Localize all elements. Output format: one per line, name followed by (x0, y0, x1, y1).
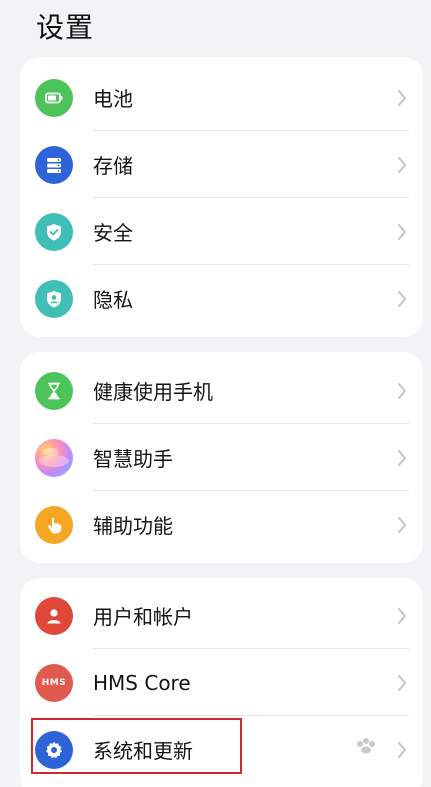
chevron-right-icon (398, 290, 406, 307)
settings-item-label: 隐私 (93, 288, 133, 312)
settings-item-storage[interactable]: 存储 (20, 131, 423, 198)
chevron-right-icon (398, 223, 406, 240)
settings-item-smart-assistant[interactable]: 智慧助手 (20, 424, 423, 491)
chevron-right-icon (398, 674, 406, 691)
settings-item-privacy[interactable]: 隐私 (20, 265, 423, 332)
chevron-right-icon (398, 156, 406, 173)
battery-icon (35, 78, 73, 117)
settings-item-system-update[interactable]: 系统和更新 (20, 716, 423, 783)
user-icon (35, 596, 73, 635)
chevron-right-icon (398, 449, 406, 466)
settings-item-users-accounts[interactable]: 用户和帐户 (20, 582, 423, 649)
settings-item-battery[interactable]: 电池 (20, 64, 423, 131)
settings-group-2: 健康使用手机 智慧助手 辅助功能 (20, 352, 423, 563)
hms-core-icon-text: HMS (41, 677, 67, 688)
settings-item-accessibility[interactable]: 辅助功能 (20, 491, 423, 558)
settings-item-label: 健康使用手机 (93, 380, 213, 404)
settings-screen: 设置 电池 存储 安全 隐私 健康使用手机 智慧助手 辅助功能 用户和帐户 HM… (0, 0, 431, 787)
settings-item-label: 辅助功能 (93, 514, 173, 538)
chevron-right-icon (398, 741, 406, 758)
settings-group-1: 电池 存储 安全 隐私 (20, 57, 423, 337)
settings-item-label: 存储 (93, 154, 133, 178)
assistant-orb-icon (35, 438, 73, 477)
shield-icon (35, 212, 73, 251)
chevron-right-icon (398, 516, 406, 533)
privacy-icon (35, 279, 73, 318)
settings-item-label: 安全 (93, 221, 133, 245)
hourglass-icon (35, 371, 73, 410)
page-title: 设置 (36, 11, 95, 44)
hand-pointer-icon (35, 505, 73, 544)
settings-item-label: 智慧助手 (93, 447, 173, 471)
settings-item-digital-balance[interactable]: 健康使用手机 (20, 357, 423, 424)
chevron-right-icon (398, 89, 406, 106)
chevron-right-icon (398, 382, 406, 399)
settings-item-label: 系统和更新 (93, 739, 193, 763)
settings-item-security[interactable]: 安全 (20, 198, 423, 265)
storage-icon (35, 145, 73, 184)
gear-icon (35, 730, 73, 769)
hms-core-icon: HMS (35, 663, 73, 702)
chevron-right-icon (398, 607, 406, 624)
settings-item-label: 电池 (93, 87, 133, 111)
settings-item-hms-core[interactable]: HMS HMS Core (20, 649, 423, 716)
settings-item-label: 用户和帐户 (93, 605, 193, 629)
settings-group-3: 用户和帐户 HMS HMS Core 系统和更新 (20, 578, 423, 787)
settings-item-label: HMS Core (93, 670, 191, 695)
